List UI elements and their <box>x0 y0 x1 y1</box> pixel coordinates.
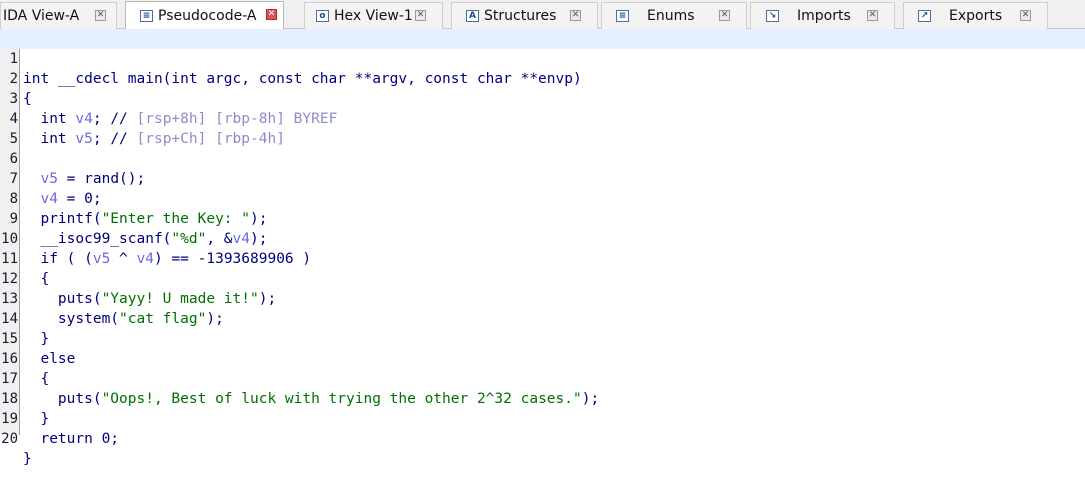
code-line[interactable]: 15 else <box>0 309 1085 367</box>
close-icon[interactable]: ✕ <box>867 10 878 21</box>
close-icon[interactable]: ✕ <box>719 10 730 21</box>
code-line[interactable]: 6 v5 = rand(); <box>0 129 1085 187</box>
code-line[interactable]: 19 return 0; <box>0 389 1085 447</box>
tab-label: IDA View-A <box>3 8 80 24</box>
pseudocode-icon: ≡ <box>140 10 153 22</box>
close-icon[interactable]: ✕ <box>570 10 581 21</box>
enums-icon: ≡ <box>616 10 629 22</box>
code-line[interactable]: 11 { <box>0 229 1085 287</box>
code-line[interactable]: 4 int v5; // [rsp+Ch] [rbp-4h] <box>0 89 1085 147</box>
tab-ida-view-a[interactable]: IDA View-A ✕ <box>0 2 117 29</box>
tab-pseudocode-a[interactable]: ≡ Pseudocode-A ✕ <box>125 1 284 30</box>
close-icon[interactable]: ✕ <box>266 9 277 20</box>
tab-label: Enums <box>647 8 695 24</box>
code-line[interactable]: 16 { <box>0 329 1085 387</box>
exports-icon: ↗ <box>918 10 931 22</box>
close-icon[interactable]: ✕ <box>1020 10 1031 21</box>
line-number: 20 <box>1 431 18 447</box>
tab-bar: IDA View-A ✕ ≡ Pseudocode-A ✕ o Hex View… <box>0 0 1085 30</box>
tab-label: Pseudocode-A <box>158 8 257 24</box>
code-line[interactable]: 3 int v4; // [rsp+8h] [rbp-8h] BYREF <box>0 69 1085 127</box>
code-line[interactable]: 10 if ( (v5 ^ v4) == -1393689906 ) <box>0 209 1085 267</box>
tab-imports[interactable]: ↘ Imports ✕ <box>750 2 895 29</box>
code-line[interactable]: 8 printf("Enter the Key: "); <box>0 169 1085 227</box>
close-icon[interactable]: ✕ <box>415 10 426 21</box>
code-line[interactable]: 20 } <box>0 409 1085 467</box>
code-line[interactable]: 1 int __cdecl main(int argc, const char … <box>0 29 1085 87</box>
tab-hex-view-1[interactable]: o Hex View-1 ✕ <box>304 2 443 29</box>
code-line[interactable]: 5 <box>0 109 1085 147</box>
code-line[interactable]: 13 system("cat flag"); <box>0 269 1085 327</box>
tab-label: Exports <box>949 8 1003 24</box>
code-line[interactable]: 17 puts("Oops!, Best of luck with trying… <box>0 349 1085 407</box>
tab-label: Hex View-1 <box>334 8 413 24</box>
code-line[interactable]: 14 } <box>0 289 1085 347</box>
code-line[interactable]: 2 { <box>0 49 1085 107</box>
imports-icon: ↘ <box>766 10 779 22</box>
tab-structures[interactable]: A Structures ✕ <box>451 2 598 29</box>
code-line[interactable]: 18 } <box>0 369 1085 427</box>
structures-icon: A <box>466 10 479 22</box>
code-text: } <box>23 451 32 467</box>
tab-label: Structures <box>484 8 557 24</box>
pseudocode-editor[interactable]: 1 int __cdecl main(int argc, const char … <box>0 29 1085 467</box>
close-icon[interactable]: ✕ <box>95 10 106 21</box>
tab-exports[interactable]: ↗ Exports ✕ <box>903 2 1048 29</box>
hex-view-icon: o <box>316 10 329 22</box>
code-line[interactable]: 9 __isoc99_scanf("%d", &v4); <box>0 189 1085 247</box>
tab-enums[interactable]: ≡ Enums ✕ <box>601 2 747 29</box>
code-line[interactable]: 12 puts("Yayy! U made it!"); <box>0 249 1085 307</box>
code-line[interactable]: 7 v4 = 0; <box>0 149 1085 207</box>
code-text: return 0; <box>23 431 120 447</box>
tab-label: Imports <box>797 8 851 24</box>
